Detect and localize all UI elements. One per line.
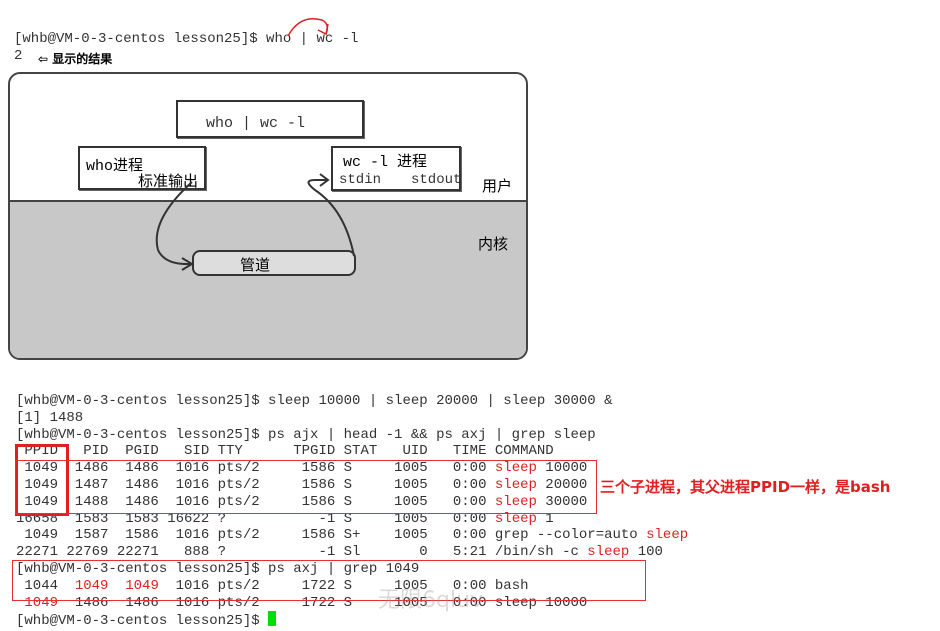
command-box: who | wc -l [176,100,364,138]
terminal-line: [whb@VM-0-3-centos lesson25]$ ps ajx | h… [16,427,688,444]
terminal-line: 1049 1587 1586 1016 pts/2 1586 S+ 1005 0… [16,527,688,544]
annotation-text: 显示的结果 [52,52,113,66]
terminal-text: PPID PID PGID SID TTY TPGID STAT UID TIM… [16,443,554,460]
terminal-line: PPID PID PGID SID TTY TPGID STAT UID TIM… [16,443,688,460]
child-process-annotation: 三个子进程，其父进程PPID一样，是bash [600,478,891,496]
terminal-text: 100 [629,544,663,561]
terminal-text: 1049 1587 1586 1016 pts/2 1586 S+ 1005 0… [16,527,647,544]
user-space-label: 用户 [482,177,513,195]
highlighted-text: sleep [646,527,689,544]
kernel-space-label: 内核 [478,235,509,253]
bash-row-highlight-box [12,560,646,601]
terminal-text: [whb@VM-0-3-centos lesson25]$ ps ajx | h… [16,426,596,443]
terminal-text: [whb@VM-0-3-centos lesson25]$ sleep 1000… [16,393,613,409]
terminal-line: [1] 1488 [16,410,688,427]
terminal-text: [1] 1488 [16,409,84,426]
command-output: 2 [14,48,23,64]
result-annotation: ⇦ 显示的结果 [38,50,112,67]
terminal-line: [whb@VM-0-3-centos lesson25]$ sleep 1000… [16,393,688,410]
curved-arrow-icon [287,18,329,37]
highlighted-text: sleep [587,544,630,561]
prompt: [whb@VM-0-3-centos lesson25]$ [14,31,267,47]
sleep-rows-highlight-box [15,460,597,514]
wc-stdout-label: stdout [411,172,462,188]
command-box-text: who | wc -l [206,115,306,132]
terminal-line: 22271 22769 22271 888 ? -1 Sl 0 5:21 /bi… [16,544,688,561]
terminal-text: 22271 22769 22271 888 ? -1 Sl 0 5:21 /bi… [16,544,588,561]
flow-arrows-icon [155,173,355,271]
wc-process-label: wc -l 进程 [343,154,428,171]
terminal-line: [whb@VM-0-3-centos lesson25]$ [16,611,688,630]
terminal-cursor[interactable] [268,611,277,627]
watermark: 无限6qluv [378,588,484,613]
terminal-text: [whb@VM-0-3-centos lesson25]$ [16,613,269,630]
left-arrow-icon: ⇦ [38,52,49,66]
who-process-label: who进程 [86,158,144,175]
